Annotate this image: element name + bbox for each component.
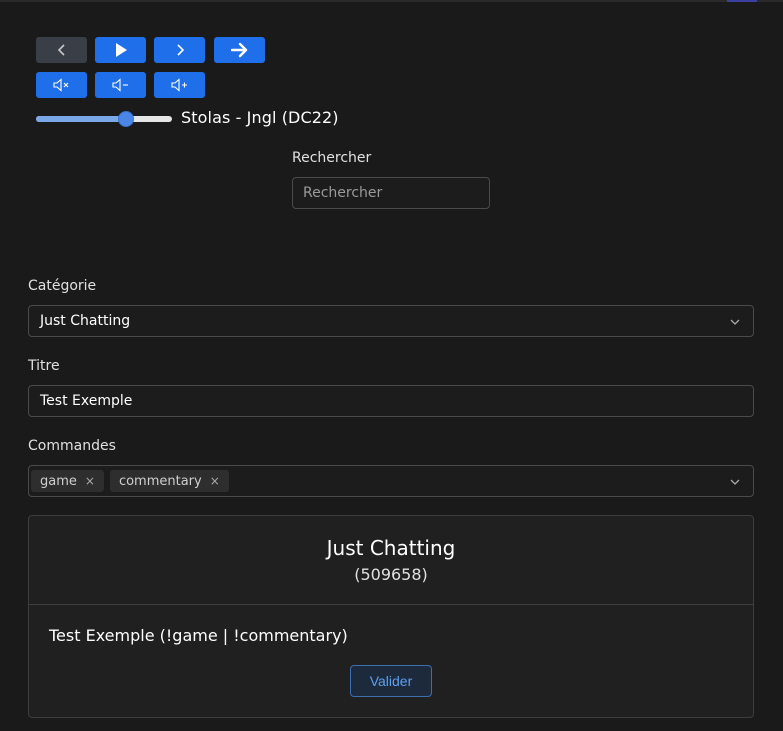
volume-mute-icon xyxy=(52,78,68,92)
preview-card-header: Just Chatting (509658) xyxy=(29,516,753,605)
command-chip-commentary: commentary × xyxy=(109,470,229,492)
skip-button[interactable] xyxy=(214,37,265,63)
preview-category-id: (509658) xyxy=(354,565,428,584)
category-label: Catégorie xyxy=(28,278,97,294)
commands-label: Commandes xyxy=(28,438,116,454)
chip-label: commentary xyxy=(118,473,202,489)
chevron-left-icon xyxy=(57,44,65,56)
title-label: Titre xyxy=(28,358,60,374)
category-value: Just Chatting xyxy=(40,313,131,329)
volume-up-icon xyxy=(170,78,187,92)
chip-label: game xyxy=(40,473,77,489)
chevron-right-icon xyxy=(176,44,184,56)
previous-button[interactable] xyxy=(36,37,87,63)
now-playing-title: Stolas - Jngl (DC22) xyxy=(181,108,339,127)
preview-category-name: Just Chatting xyxy=(326,536,456,560)
chevron-down-icon[interactable] xyxy=(729,476,741,488)
validate-button[interactable]: Valider xyxy=(350,665,432,697)
preview-card: Just Chatting (509658) Test Exemple (!ga… xyxy=(28,515,754,718)
play-icon xyxy=(115,43,127,57)
play-button[interactable] xyxy=(95,37,146,63)
commands-multiselect[interactable]: game × commentary × xyxy=(28,465,754,497)
mute-button[interactable] xyxy=(36,72,87,98)
search-label: Rechercher xyxy=(292,150,372,166)
volume-slider-fill xyxy=(36,116,126,122)
volume-slider-thumb[interactable] xyxy=(117,111,134,127)
command-chip-game: game × xyxy=(31,470,104,492)
next-button[interactable] xyxy=(154,37,205,63)
top-border xyxy=(0,0,783,2)
chip-remove-icon[interactable]: × xyxy=(85,474,95,488)
chevron-down-icon[interactable] xyxy=(729,316,741,328)
search-input[interactable] xyxy=(292,177,490,209)
volume-down-icon xyxy=(111,78,128,92)
title-input[interactable]: Test Exemple xyxy=(28,385,754,417)
category-select[interactable]: Just Chatting xyxy=(28,305,754,337)
volume-down-button[interactable] xyxy=(95,72,146,98)
arrow-right-icon xyxy=(230,42,247,58)
title-value: Test Exemple xyxy=(40,393,133,409)
top-accent xyxy=(727,0,757,2)
volume-up-button[interactable] xyxy=(154,72,205,98)
preview-summary: Test Exemple (!game | !commentary) xyxy=(49,626,348,645)
volume-slider[interactable] xyxy=(36,110,172,128)
chip-remove-icon[interactable]: × xyxy=(210,474,220,488)
